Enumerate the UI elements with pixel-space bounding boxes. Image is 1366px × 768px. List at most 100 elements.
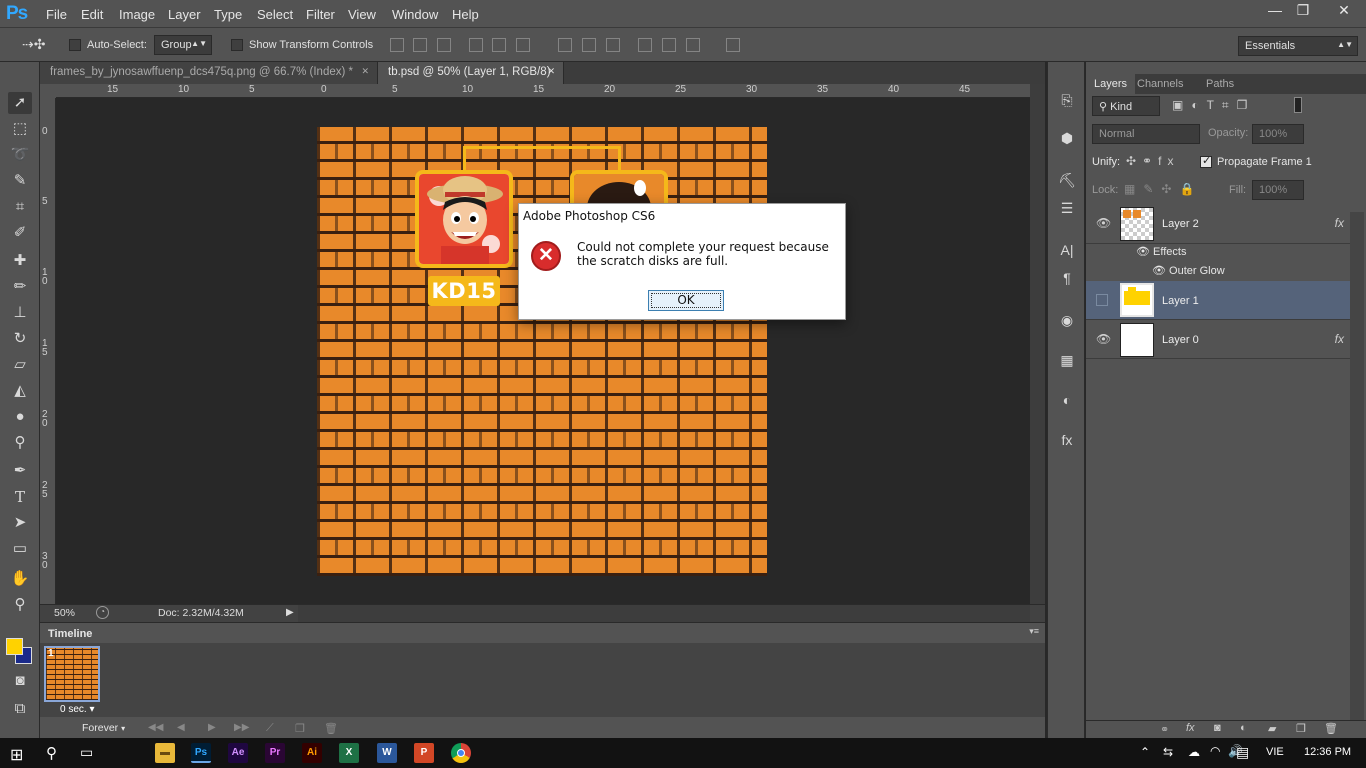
auto-align-icon[interactable] — [726, 38, 740, 52]
menu-file[interactable]: File — [46, 7, 67, 22]
distribute-right-icon[interactable] — [686, 38, 700, 52]
first-frame-icon[interactable]: ◀◀ — [148, 722, 163, 733]
align-bottom-icon[interactable] — [437, 38, 451, 52]
eraser-tool-icon[interactable]: ▱ — [8, 354, 32, 376]
adjustments-panel-icon[interactable]: ◐ — [1057, 390, 1077, 410]
propagate-checkbox[interactable]: ✓ — [1200, 155, 1212, 168]
layer-row-layer-1[interactable]: Layer 1 — [1086, 281, 1350, 320]
vertical-ruler[interactable]: 0 5 1 0 1 5 2 0 2 5 3 0 — [40, 98, 56, 604]
effects-row[interactable]: 👁 Effects — [1136, 245, 1186, 258]
tab-close-icon[interactable]: ✕ — [361, 66, 369, 77]
onedrive-icon[interactable]: ☁ — [1188, 745, 1200, 759]
frame-delay-select[interactable]: 0 sec. ▾ — [60, 704, 95, 715]
tab-close-icon[interactable]: ✕ — [547, 66, 555, 77]
filter-toggle[interactable] — [1294, 97, 1302, 113]
search-icon[interactable]: ⚲ — [46, 744, 57, 762]
tab-layers[interactable]: Layers — [1086, 74, 1136, 94]
premiere-icon[interactable]: Pr — [265, 743, 285, 763]
action-center-icon[interactable]: ▤ — [1236, 744, 1249, 761]
tab-paths[interactable]: Paths — [1198, 74, 1242, 94]
file-explorer-icon[interactable]: ▬ — [155, 743, 175, 763]
chrome-icon[interactable] — [451, 743, 471, 763]
task-view-icon[interactable]: ▭ — [80, 744, 93, 761]
vertical-scrollbar[interactable] — [1030, 84, 1045, 604]
horizontal-scrollbar[interactable] — [298, 605, 1030, 622]
filter-type-icons[interactable]: ▣◐T⌗❐ — [1172, 98, 1255, 113]
distribute-top-icon[interactable] — [558, 38, 572, 52]
character-panel-icon[interactable]: A| — [1057, 240, 1077, 260]
next-frame-icon[interactable]: ▶▶ — [234, 722, 249, 733]
panel-menu-icon[interactable]: ▾≡ — [1029, 626, 1039, 637]
powerpoint-icon[interactable]: P — [414, 743, 434, 763]
menu-image[interactable]: Image — [119, 7, 155, 22]
3d-panel-icon[interactable]: ⬢ — [1057, 128, 1077, 148]
fill-input[interactable]: 100% — [1252, 180, 1304, 200]
network-sync-icon[interactable]: ⇆ — [1163, 745, 1173, 759]
clone-stamp-tool-icon[interactable]: ⊥ — [8, 302, 32, 324]
paint-bucket-tool-icon[interactable]: ◭ — [8, 380, 32, 402]
new-group-icon[interactable]: ▰ — [1268, 722, 1276, 735]
distribute-bottom-icon[interactable] — [606, 38, 620, 52]
quick-mask-icon[interactable]: ◙ — [8, 670, 32, 692]
zoom-level[interactable]: 50% — [54, 607, 75, 619]
wifi-icon[interactable]: ◠ — [1210, 744, 1220, 758]
distribute-left-icon[interactable] — [638, 38, 652, 52]
opacity-input[interactable]: 100% — [1252, 124, 1304, 144]
menu-type[interactable]: Type — [214, 7, 242, 22]
menu-filter[interactable]: Filter — [306, 7, 335, 22]
restore-button[interactable]: ❐ — [1284, 0, 1322, 22]
menu-help[interactable]: Help — [452, 7, 479, 22]
marquee-tool-icon[interactable]: ⬚ — [8, 118, 32, 140]
dodge-tool-icon[interactable]: ⚲ — [8, 432, 32, 454]
menu-window[interactable]: Window — [392, 7, 438, 22]
doc-info-icon[interactable]: ◔ — [96, 606, 109, 619]
pen-tool-icon[interactable]: ✒ — [8, 460, 32, 482]
distribute-vcenter-icon[interactable] — [582, 38, 596, 52]
type-tool-icon[interactable]: T — [8, 486, 32, 508]
path-select-tool-icon[interactable]: ➤ — [8, 512, 32, 534]
hand-tool-icon[interactable]: ✋ — [8, 568, 32, 590]
crop-tool-icon[interactable]: ⌗ — [8, 196, 32, 218]
paragraph-panel-icon[interactable]: ¶ — [1057, 268, 1077, 288]
close-window-button[interactable]: ✕ — [1322, 0, 1366, 22]
timeline-tab[interactable]: Timeline — [42, 625, 99, 643]
menu-view[interactable]: View — [348, 7, 376, 22]
duplicate-frame-icon[interactable]: ❐ — [295, 722, 305, 735]
horizontal-ruler[interactable]: 15 10 5 0 5 10 15 20 25 30 35 40 45 — [56, 84, 1030, 98]
lasso-tool-icon[interactable]: ➰ — [8, 144, 32, 166]
play-icon[interactable]: ▶ — [208, 722, 216, 733]
tween-icon[interactable]: ⟋ — [266, 722, 274, 735]
align-vcenter-icon[interactable] — [413, 38, 427, 52]
photoshop-taskbar-icon[interactable]: Ps — [191, 743, 211, 763]
tab-tb-psd[interactable]: tb.psd @ 50% (Layer 1, RGB/8) ✕ — [378, 62, 564, 84]
add-mask-icon[interactable]: ◙ — [1214, 722, 1221, 734]
unify-icons[interactable]: ✣⚭fx — [1126, 154, 1179, 168]
align-left-icon[interactable] — [469, 38, 483, 52]
transform-controls-checkbox[interactable] — [231, 39, 243, 51]
workspace-dropdown[interactable]: Essentials ▲▼ — [1238, 36, 1358, 56]
link-layers-icon[interactable]: ⚭ — [1160, 723, 1169, 736]
visibility-eye-icon[interactable]: 👁 — [1096, 216, 1111, 230]
screen-mode-icon[interactable]: ⧉ — [8, 698, 32, 720]
adjustment-layer-icon[interactable]: ◐ — [1240, 722, 1247, 734]
language-indicator[interactable]: VIE — [1266, 746, 1284, 758]
shape-tool-icon[interactable]: ▭ — [8, 538, 32, 560]
show-hidden-icons[interactable]: ⌃ — [1140, 745, 1150, 759]
healing-brush-tool-icon[interactable]: ✚ — [8, 250, 32, 272]
menu-layer[interactable]: Layer — [168, 7, 201, 22]
layer-filter-dropdown[interactable]: ⚲ Kind — [1092, 96, 1160, 116]
auto-select-checkbox[interactable] — [69, 39, 81, 51]
layer-effects-icon[interactable]: fx — [1335, 332, 1344, 346]
blend-mode-dropdown[interactable]: Normal — [1092, 124, 1200, 144]
layer-row-layer-2[interactable]: 👁 Layer 2 fx — [1086, 204, 1350, 244]
eyedropper-tool-icon[interactable]: ✐ — [8, 222, 32, 244]
auto-select-dropdown[interactable]: Group ▲▼ — [154, 35, 212, 55]
layers-scrollbar[interactable] — [1350, 212, 1364, 752]
system-clock[interactable]: 12:36 PM — [1304, 746, 1351, 758]
add-style-icon[interactable]: fx — [1186, 722, 1195, 734]
quick-select-tool-icon[interactable]: ✎ — [8, 170, 32, 192]
lock-icons[interactable]: ▦✎✣🔒 — [1124, 182, 1202, 196]
windows-start-icon[interactable]: ⊞ — [10, 745, 23, 765]
layer-effects-icon[interactable]: fx — [1335, 216, 1344, 230]
swatches-panel-icon[interactable]: ▦ — [1057, 350, 1077, 370]
